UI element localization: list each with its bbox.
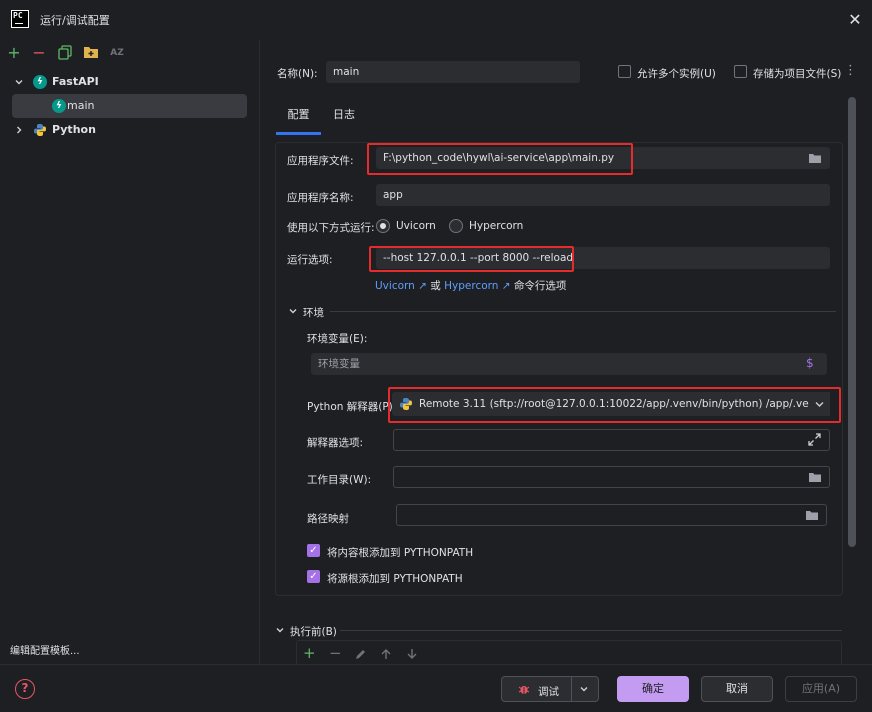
dollar-icon[interactable]: $ <box>806 355 814 371</box>
chevron-down-icon[interactable] <box>578 683 590 698</box>
interpreter-label: Python 解释器(P): <box>307 401 397 413</box>
chevron-down-icon[interactable] <box>275 625 285 635</box>
add-icon[interactable]: + <box>6 45 22 61</box>
add-icon[interactable]: + <box>303 646 316 661</box>
remove-icon[interactable]: − <box>31 45 47 61</box>
app-name-input[interactable]: app <box>376 184 830 206</box>
highlight-box <box>367 143 633 175</box>
store-as-project-label: 存储为项目文件(S) <box>753 68 842 80</box>
chevron-right-icon[interactable] <box>14 125 24 135</box>
highlight-box <box>388 387 841 423</box>
expand-icon[interactable] <box>808 433 821 449</box>
ok-button[interactable]: 确定 <box>617 676 689 702</box>
tree-item-label: Python <box>52 123 96 136</box>
interp-options-input[interactable] <box>393 429 830 451</box>
env-section-label[interactable]: 环境 <box>303 305 324 320</box>
edit-icon[interactable] <box>354 648 367 664</box>
pycharm-logo-icon: PC <box>11 10 29 28</box>
remove-icon[interactable]: − <box>329 646 342 661</box>
scrollbar[interactable] <box>848 97 856 547</box>
workdir-input[interactable] <box>393 466 830 488</box>
folder-icon[interactable] <box>805 510 819 524</box>
fastapi-icon: ϟ <box>33 75 47 89</box>
radio-hypercorn-label: Hypercorn <box>469 220 524 232</box>
arrow-up-icon[interactable] <box>380 648 392 663</box>
debug-button-label: 调试 <box>538 686 559 698</box>
more-options-icon[interactable]: ⋮ <box>844 64 857 78</box>
help-icon[interactable]: ? <box>15 679 35 699</box>
tab-config[interactable]: 配置 <box>276 98 321 134</box>
copy-icon[interactable] <box>57 45 73 61</box>
app-file-label: 应用程序文件: <box>287 155 354 167</box>
app-name-label: 应用程序名称: <box>287 192 354 204</box>
allow-multiple-label: 允许多个实例(U) <box>637 68 716 80</box>
radio-hypercorn[interactable] <box>449 219 463 233</box>
uvicorn-link[interactable]: Uvicorn <box>375 280 415 292</box>
title-bar <box>0 0 872 40</box>
window-title: 运行/调试配置 <box>40 14 110 27</box>
tree-item-fastapi[interactable]: ϟ FastAPI <box>0 71 260 93</box>
python-icon <box>33 123 47 137</box>
external-link-icon: ↗ <box>414 280 427 292</box>
highlight-box <box>369 246 574 272</box>
close-icon[interactable]: ✕ <box>846 11 864 29</box>
add-content-roots-label: 将内容根添加到 PYTHONPATH <box>327 547 474 559</box>
hint-suffix: 命令行选项 <box>513 280 567 292</box>
divider <box>340 630 842 631</box>
name-label: 名称(N): <box>277 68 318 80</box>
cancel-button[interactable]: 取消 <box>701 676 773 702</box>
name-input[interactable]: main <box>326 61 580 83</box>
env-vars-label: 环境变量(E): <box>307 333 368 345</box>
active-tab-indicator <box>276 132 321 135</box>
edit-templates-link[interactable]: 编辑配置模板... <box>10 642 80 657</box>
bug-icon <box>518 683 530 698</box>
run-options-label: 运行选项: <box>287 254 333 266</box>
interp-options-label: 解释器选项: <box>307 437 364 449</box>
hint-or: 或 <box>430 280 441 292</box>
add-content-roots-checkbox[interactable]: ✓ <box>307 544 320 557</box>
folder-icon[interactable] <box>808 153 822 167</box>
radio-uvicorn[interactable] <box>376 219 390 233</box>
before-launch-label[interactable]: 执行前(B) <box>290 624 337 639</box>
hypercorn-link[interactable]: Hypercorn <box>444 280 498 292</box>
path-mapping-label: 路径映射 <box>307 513 349 525</box>
tree-item-python[interactable]: Python <box>0 119 260 141</box>
store-as-project-checkbox[interactable] <box>734 65 747 78</box>
fastapi-icon: ϟ <box>52 99 66 113</box>
radio-uvicorn-label: Uvicorn <box>396 220 436 232</box>
tree-item-label: FastAPI <box>52 75 99 88</box>
new-folder-icon[interactable] <box>83 45 99 61</box>
chevron-down-icon[interactable] <box>14 77 24 87</box>
add-source-roots-checkbox[interactable]: ✓ <box>307 570 320 583</box>
before-launch-toolbar <box>296 640 842 664</box>
divider <box>330 311 836 312</box>
arrow-down-icon[interactable] <box>406 648 418 663</box>
workdir-label: 工作目录(W): <box>307 474 372 486</box>
sort-alpha-icon[interactable]: AZ <box>109 45 125 61</box>
tree-item-main[interactable]: ϟ main <box>0 95 260 117</box>
chevron-down-icon[interactable] <box>288 306 298 316</box>
tree-item-label: main <box>67 99 95 112</box>
divider <box>571 677 572 701</box>
run-with-label: 使用以下方式运行: <box>287 222 375 234</box>
run-options-hint: Uvicorn ↗ 或 Hypercorn ↗ 命令行选项 <box>375 278 566 293</box>
allow-multiple-checkbox[interactable] <box>618 65 631 78</box>
env-vars-input[interactable]: 环境变量 <box>311 353 827 375</box>
tab-logs[interactable]: 日志 <box>323 98 365 134</box>
folder-icon[interactable] <box>808 472 822 486</box>
path-mapping-input[interactable] <box>396 504 827 526</box>
add-source-roots-label: 将源根添加到 PYTHONPATH <box>327 573 463 585</box>
external-link-icon: ↗ <box>498 280 511 292</box>
apply-button[interactable]: 应用(A) <box>785 676 857 702</box>
